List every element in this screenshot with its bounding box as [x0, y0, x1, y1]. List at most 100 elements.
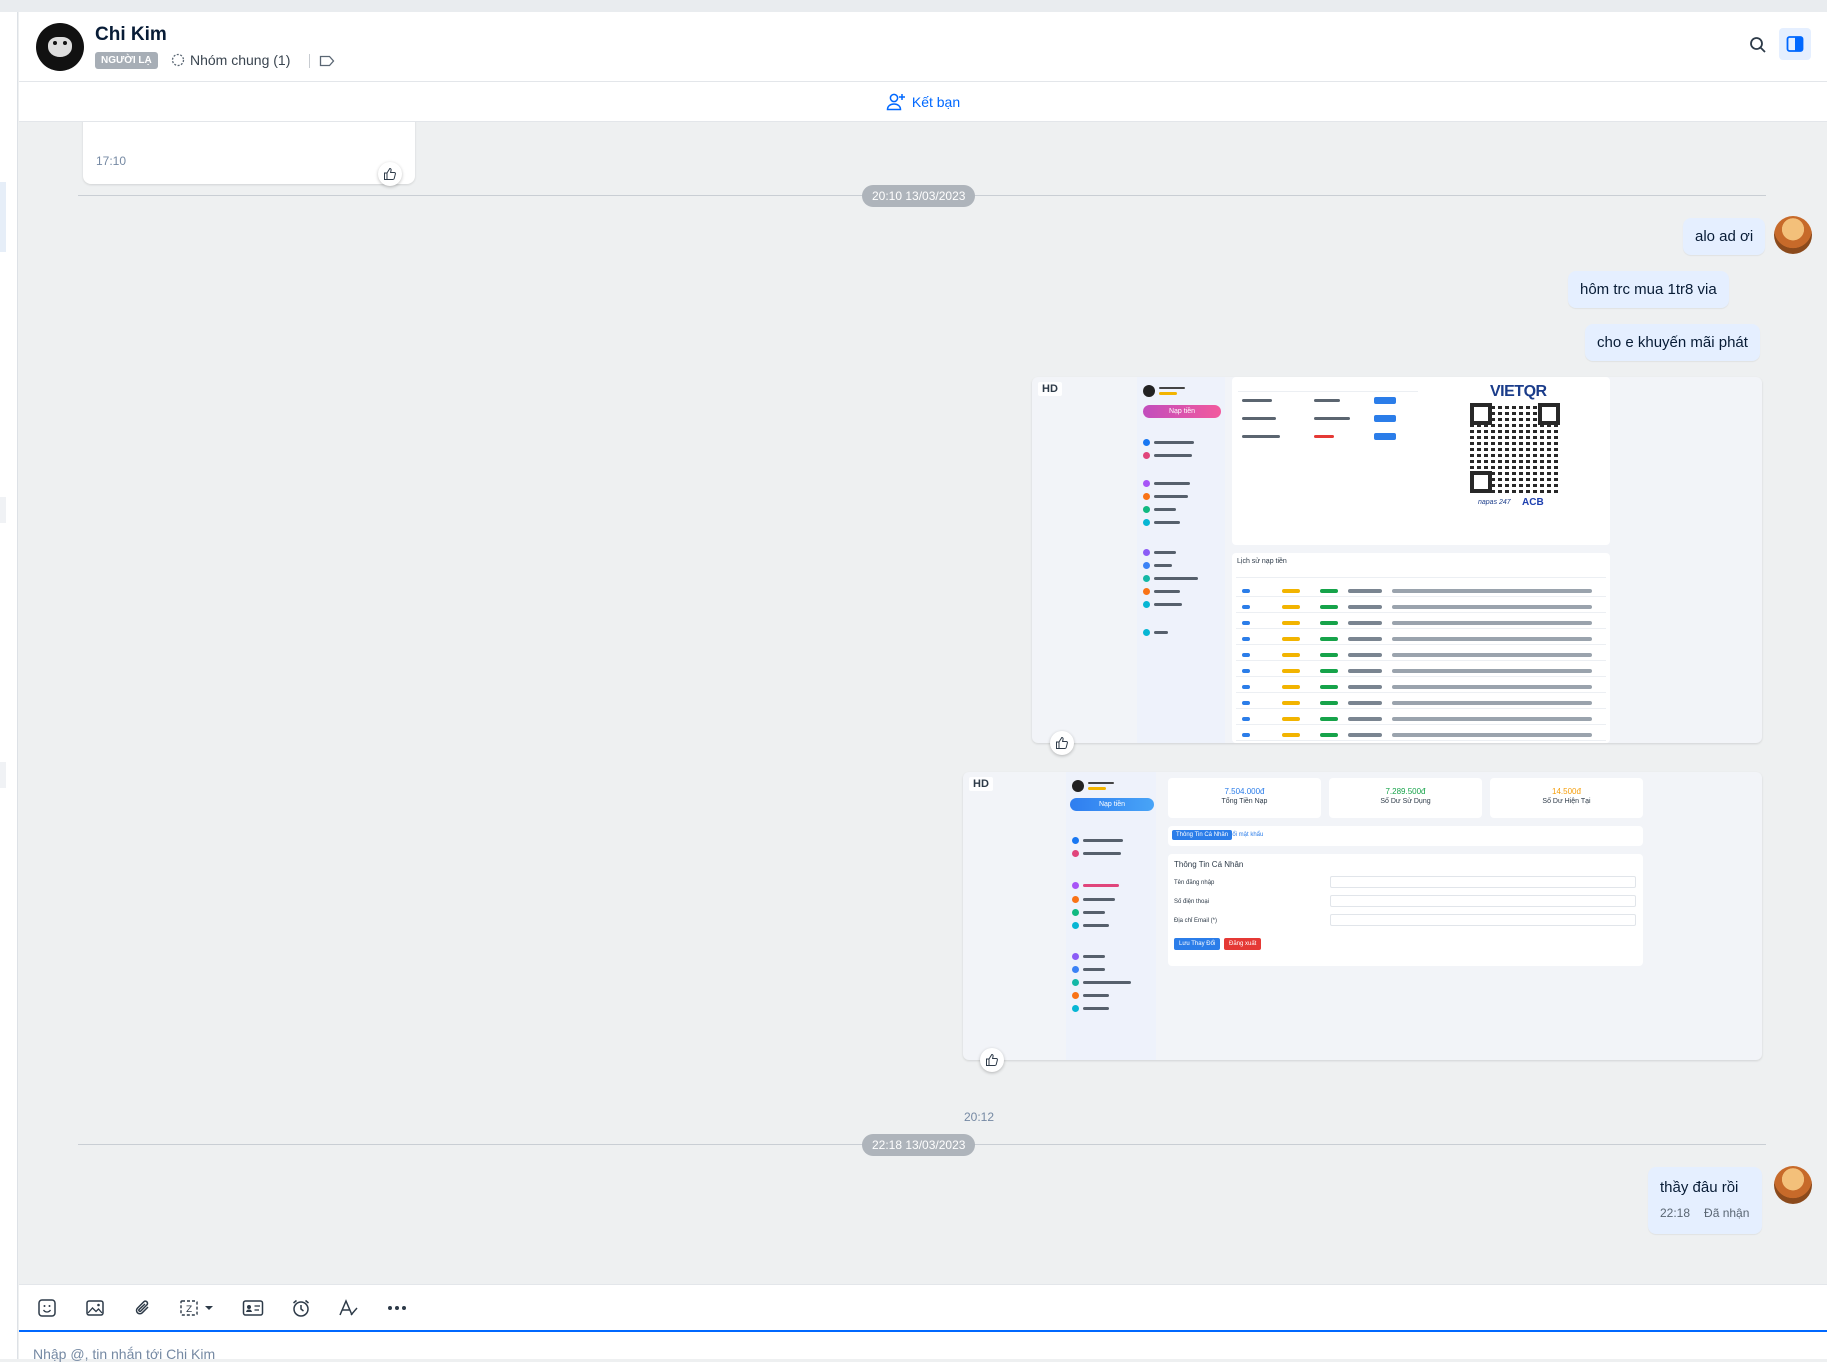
history-row [1236, 585, 1606, 597]
delivery-status: Đã nhận [1704, 1206, 1750, 1220]
vietqr-logo: VIETQR [1490, 383, 1547, 400]
thumbs-up-icon [1056, 736, 1068, 749]
thumbs-up-icon [986, 1053, 998, 1066]
history-row [1236, 697, 1606, 709]
image-button[interactable] [83, 1296, 107, 1320]
selected-conversation-marker [0, 182, 6, 252]
header-separator [309, 54, 310, 68]
history-row [1236, 601, 1606, 613]
image-message[interactable]: HD Nạp tiền 7.504.000đ Tổng Tiền Nạp 7.2… [963, 772, 1762, 1060]
message-bubble[interactable]: alo ad ơi [1683, 218, 1766, 255]
napas-logo: napas 247 [1478, 499, 1511, 506]
date-divider-label: 20:10 13/03/2023 [862, 185, 976, 207]
history-row [1236, 713, 1606, 725]
message-bubble[interactable]: thầy đâu rồi 22:18 Đã nhận [1648, 1167, 1762, 1234]
deposit-button: Nạp tiền [1070, 798, 1154, 811]
react-like-button[interactable] [1050, 731, 1074, 755]
form-title: Thông Tin Cá Nhân [1174, 860, 1244, 869]
composer-toolbar: Z [19, 1284, 1827, 1330]
contact-name[interactable]: Chi Kim [95, 24, 167, 46]
tab-password: Đổi mật khẩu [1228, 832, 1264, 838]
qr-code [1470, 403, 1560, 493]
message-bubble[interactable]: cho e khuyến mãi phát [1585, 324, 1760, 361]
date-divider-label: 22:18 13/03/2023 [862, 1134, 976, 1156]
tab-profile: Thông Tin Cá Nhân [1172, 830, 1233, 840]
add-friend-icon [886, 93, 905, 110]
message-time: 20:12 [964, 1110, 995, 1124]
profile-form: Thông Tin Cá Nhân Tên đăng nhập Số điện … [1168, 854, 1643, 966]
react-like-button[interactable] [980, 1048, 1004, 1072]
common-groups-link[interactable]: Nhóm chung (1) [171, 52, 290, 68]
message-time: 17:10 [96, 154, 127, 168]
contact-card-icon [242, 1300, 264, 1316]
field-label: Địa chỉ Email (*) [1174, 918, 1218, 924]
image-sidebar: Nạp tiền [1137, 377, 1225, 743]
stat-card: 7.504.000đ Tổng Tiền Nạp [1168, 778, 1321, 818]
svg-text:Z: Z [186, 1305, 192, 1315]
stat-card: 7.289.500đ Số Dư Sử Dụng [1329, 778, 1482, 818]
save-button: Lưu Thay Đổi [1174, 938, 1221, 950]
stat-value: 7.289.500đ [1385, 787, 1426, 796]
tag-icon[interactable] [319, 55, 335, 67]
thumbs-up-icon [384, 167, 396, 180]
react-like-button[interactable] [378, 162, 402, 186]
window-top-strip [0, 0, 1827, 12]
history-title: Lịch sử nạp tiền [1237, 558, 1287, 565]
contact-card-button[interactable] [241, 1296, 265, 1320]
reminder-button[interactable] [289, 1296, 313, 1320]
search-icon[interactable] [1749, 36, 1767, 54]
deposit-button: Nạp tiền [1143, 405, 1221, 418]
acb-logo: ACB [1522, 497, 1544, 508]
stat-value: 7.504.000đ [1224, 787, 1265, 796]
message-bubble[interactable]: hôm trc mua 1tr8 via [1568, 271, 1729, 308]
stat-label: Số Dư Sử Dụng [1380, 798, 1431, 805]
message-input-placeholder: Nhập @, tin nhắn tới Chi Kim [33, 1346, 216, 1362]
logout-button: Đăng xuất [1224, 938, 1262, 950]
stat-label: Số Dư Hiện Tại [1542, 798, 1591, 805]
my-avatar[interactable] [1774, 1166, 1812, 1204]
group-icon [171, 53, 185, 67]
sticker-icon [38, 1299, 56, 1317]
message-input-area[interactable]: Nhập @, tin nhắn tới Chi Kim [19, 1330, 1827, 1362]
text-format-icon [339, 1299, 358, 1316]
more-options-button[interactable] [385, 1296, 409, 1320]
message-text: thầy đâu rồi [1660, 1179, 1739, 1196]
message-bubble[interactable]: 17:10 [83, 122, 415, 184]
add-friend-bar[interactable]: Kết bạn [19, 82, 1827, 122]
screenshot-icon: Z [180, 1300, 213, 1316]
profile-tabs: Thông Tin Cá Nhân Đổi mật khẩu [1168, 826, 1643, 846]
common-groups-label: Nhóm chung (1) [190, 52, 291, 68]
list-item-edge [0, 497, 6, 523]
history-row [1236, 729, 1606, 741]
history-row [1236, 649, 1606, 661]
chat-header: Chi Kim NGƯỜI LẠ Nhóm chung (1) [19, 12, 1827, 82]
history-row [1236, 681, 1606, 693]
image-sidebar: Nạp tiền [1066, 772, 1156, 1060]
more-dots-icon [388, 1306, 406, 1310]
stranger-badge: NGƯỜI LẠ [95, 52, 158, 69]
message-list[interactable]: 17:10 20:10 13/03/2023 alo ad ơi hôm trc… [19, 122, 1827, 1284]
hd-label: HD [969, 777, 993, 791]
message-time: 22:18 [1660, 1206, 1691, 1220]
field-label: Tên đăng nhập [1174, 880, 1215, 886]
history-row [1236, 617, 1606, 629]
list-item-edge [0, 762, 6, 788]
stat-value: 14.500đ [1552, 787, 1581, 796]
deposit-history-card: Lịch sử nạp tiền [1232, 553, 1610, 743]
my-avatar[interactable] [1774, 216, 1812, 254]
attach-file-button[interactable] [131, 1296, 155, 1320]
stat-label: Tổng Tiền Nạp [1221, 798, 1268, 805]
history-row [1236, 665, 1606, 677]
add-friend-label: Kết bạn [911, 93, 961, 110]
stat-card: 14.500đ Số Dư Hiện Tại [1490, 778, 1643, 818]
sticker-button[interactable] [35, 1296, 59, 1320]
format-text-button[interactable] [337, 1296, 361, 1320]
screenshot-button[interactable]: Z [177, 1296, 221, 1320]
history-row [1236, 633, 1606, 645]
image-message[interactable]: HD Nạp tiền VIETQR napas 247 ACB Lịch sử… [1032, 377, 1762, 743]
contact-avatar[interactable] [36, 23, 84, 71]
field-label: Số điện thoại [1174, 899, 1210, 905]
conversation-list-edge [0, 12, 18, 1359]
bank-info-card: VIETQR napas 247 ACB [1232, 377, 1610, 545]
conversation-info-toggle[interactable] [1779, 28, 1811, 60]
